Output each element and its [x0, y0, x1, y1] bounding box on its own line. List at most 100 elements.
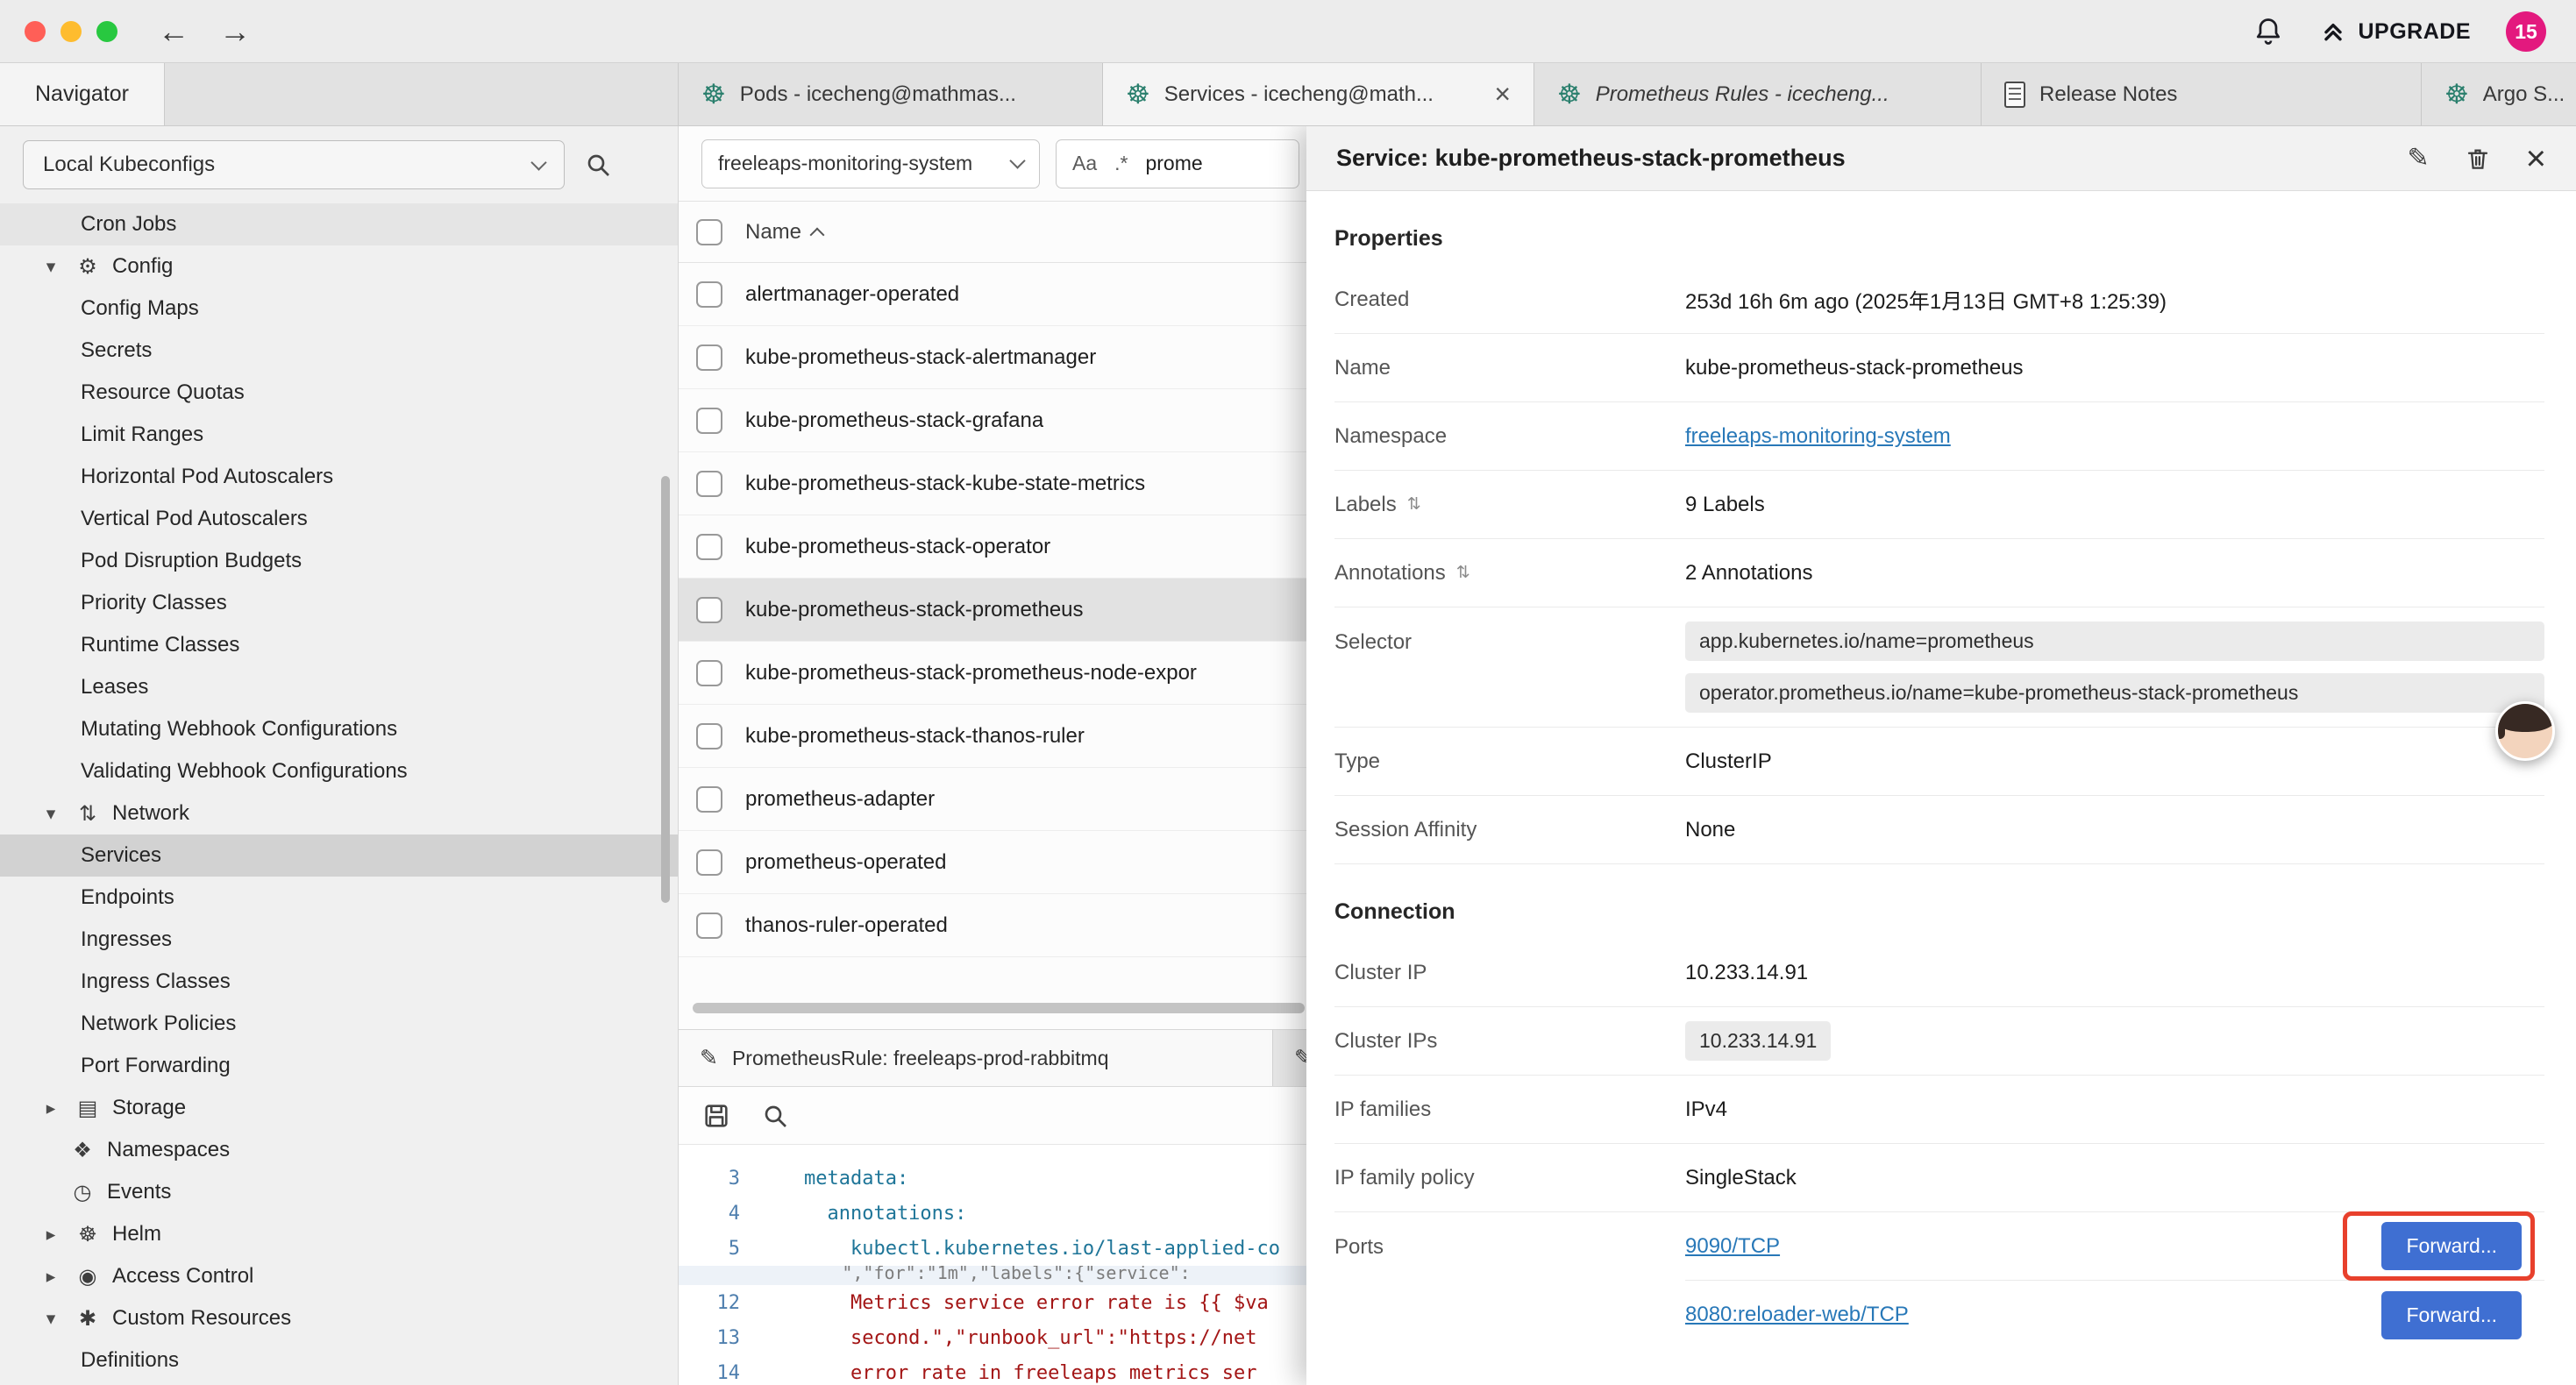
row-checkbox[interactable]	[696, 660, 722, 686]
table-row[interactable]: kube-prometheus-stack-thanos-ruler	[679, 705, 1306, 768]
table-row[interactable]: prometheus-adapter	[679, 768, 1306, 831]
sidebar-item[interactable]: ◷ Events	[0, 1171, 678, 1213]
sidebar-item[interactable]: Ingress Classes	[0, 961, 678, 1003]
cluster-tab[interactable]: Release Notes	[1982, 63, 2422, 125]
row-checkbox[interactable]	[696, 849, 722, 876]
port-forward-button[interactable]: Forward...	[2381, 1291, 2522, 1339]
floating-avatar[interactable]	[2495, 701, 2555, 761]
horizontal-scrollbar[interactable]	[693, 1003, 1305, 1013]
port-forward-button[interactable]: Forward...	[2381, 1222, 2522, 1270]
back-button[interactable]: ←	[158, 16, 189, 47]
sidebar-item[interactable]: Secrets	[0, 330, 678, 372]
tree-chevron-icon[interactable]: ▾	[39, 256, 63, 278]
port-link[interactable]: 8080:reloader-web/TCP	[1685, 1303, 1909, 1327]
table-row[interactable]: alertmanager-operated	[679, 263, 1306, 326]
sidebar-item[interactable]: Runtime Classes	[0, 624, 678, 666]
sidebar-item[interactable]: Ingresses	[0, 919, 678, 961]
select-all-checkbox[interactable]	[696, 219, 722, 245]
row-checkbox[interactable]	[696, 913, 722, 939]
row-checkbox[interactable]	[696, 471, 722, 497]
sidebar-item[interactable]: ▾ ⇅ Network	[0, 792, 678, 835]
expand-collapse-icon[interactable]: ⇅	[1456, 563, 1470, 583]
tree-chevron-icon[interactable]: ▸	[39, 1097, 63, 1119]
table-row[interactable]: kube-prometheus-stack-prometheus	[679, 579, 1306, 642]
row-checkbox[interactable]	[696, 786, 722, 813]
sidebar-item[interactable]: ❖ Namespaces	[0, 1129, 678, 1171]
match-case-toggle[interactable]: Aa	[1072, 152, 1097, 175]
sidebar-item[interactable]: Leases	[0, 666, 678, 708]
sidebar-item[interactable]: Horizontal Pod Autoscalers	[0, 456, 678, 498]
table-row[interactable]: kube-prometheus-stack-kube-state-metrics	[679, 452, 1306, 515]
sidebar-item[interactable]: Resource Quotas	[0, 372, 678, 414]
close-window-button[interactable]	[25, 21, 46, 42]
sidebar-item-label: Helm	[112, 1222, 161, 1246]
created-label: Created	[1334, 288, 1685, 312]
zoom-window-button[interactable]	[96, 21, 117, 42]
sidebar-item[interactable]: Endpoints	[0, 877, 678, 919]
sidebar-item[interactable]: ▾ ✱ Custom Resources	[0, 1297, 678, 1339]
name-column-header[interactable]: Name	[745, 220, 822, 245]
tree-chevron-icon[interactable]: ▾	[39, 803, 63, 825]
table-row[interactable]: kube-prometheus-stack-prometheus-node-ex…	[679, 642, 1306, 705]
sidebar-item[interactable]: Pod Disruption Budgets	[0, 540, 678, 582]
sidebar-item[interactable]: Network Policies	[0, 1003, 678, 1045]
delete-trash-icon[interactable]	[2465, 146, 2491, 172]
sidebar-item[interactable]: Cron Jobs	[0, 203, 678, 245]
sidebar-item[interactable]: Services	[0, 835, 678, 877]
sidebar-item[interactable]: ▸ ☸ Helm	[0, 1213, 678, 1255]
notification-count-badge[interactable]: 15	[2506, 11, 2546, 52]
sidebar-item[interactable]: Priority Classes	[0, 582, 678, 624]
sidebar-item[interactable]: Mutating Webhook Configurations	[0, 708, 678, 750]
edit-pencil-icon[interactable]: ✎	[2408, 143, 2430, 174]
row-checkbox[interactable]	[696, 408, 722, 434]
table-row[interactable]: kube-prometheus-stack-operator	[679, 515, 1306, 579]
table-row[interactable]: kube-prometheus-stack-grafana	[679, 389, 1306, 452]
cluster-tab[interactable]: ☸ Argo S...	[2422, 63, 2576, 125]
namespace-filter-dropdown[interactable]: freeleaps-monitoring-system	[701, 139, 1040, 188]
sidebar-item[interactable]: ▸ ◉ Access Control	[0, 1255, 678, 1297]
close-tab-icon[interactable]: ×	[1494, 78, 1511, 110]
editor-dock-tab[interactable]: ✎ PrometheusRule: freeleaps-prod-rabbitm…	[679, 1030, 1273, 1086]
sidebar-item[interactable]: Config Maps	[0, 288, 678, 330]
row-checkbox[interactable]	[696, 723, 722, 749]
yaml-editor[interactable]: 3 metadata: 4 annotations: 5 kubectl.kub…	[679, 1145, 1306, 1385]
forward-button[interactable]: →	[219, 16, 251, 47]
cluster-tab[interactable]: ☸ Services - icecheng@math... ×	[1103, 63, 1534, 125]
sidebar-item[interactable]: Limit Ranges	[0, 414, 678, 456]
sidebar-search-icon[interactable]	[584, 151, 612, 179]
editor-search-icon[interactable]	[761, 1102, 789, 1130]
cluster-tab[interactable]: ☸ Pods - icecheng@mathmas...	[679, 63, 1103, 125]
row-checkbox[interactable]	[696, 344, 722, 371]
minimize-window-button[interactable]	[60, 21, 82, 42]
services-table-body: alertmanager-operated kube-prometheus-st…	[679, 263, 1306, 957]
table-row[interactable]: kube-prometheus-stack-alertmanager	[679, 326, 1306, 389]
sidebar-scrollbar[interactable]	[661, 476, 670, 903]
tree-chevron-icon[interactable]: ▸	[39, 1224, 63, 1246]
table-row[interactable]: thanos-ruler-operated	[679, 894, 1306, 957]
row-checkbox[interactable]	[696, 597, 722, 623]
sidebar-item[interactable]: Vertical Pod Autoscalers	[0, 498, 678, 540]
sidebar-item[interactable]: ▾ ⚙ Config	[0, 245, 678, 288]
sidebar-item[interactable]: ▸ ▤ Storage	[0, 1087, 678, 1129]
upgrade-button[interactable]: UPGRADE	[2319, 18, 2471, 46]
navigator-panel-tab[interactable]: Navigator	[0, 63, 165, 125]
port-link[interactable]: 9090/TCP	[1685, 1234, 1780, 1259]
regex-toggle[interactable]: .*	[1114, 152, 1128, 175]
kubeconfig-dropdown[interactable]: Local Kubeconfigs	[23, 140, 565, 189]
sidebar-item[interactable]: Port Forwarding	[0, 1045, 678, 1087]
table-row[interactable]: prometheus-operated	[679, 831, 1306, 894]
tree-chevron-icon[interactable]: ▸	[39, 1266, 63, 1288]
notifications-bell-icon[interactable]	[2252, 16, 2284, 47]
close-drawer-icon[interactable]: ×	[2526, 141, 2546, 176]
service-name: alertmanager-operated	[745, 282, 959, 307]
sidebar-item[interactable]: Definitions	[0, 1339, 678, 1381]
expand-collapse-icon[interactable]: ⇅	[1407, 494, 1421, 515]
list-search-input[interactable]: Aa .* prome	[1056, 139, 1299, 188]
tree-chevron-icon[interactable]: ▾	[39, 1308, 63, 1330]
row-checkbox[interactable]	[696, 534, 722, 560]
save-icon[interactable]	[701, 1101, 731, 1131]
row-checkbox[interactable]	[696, 281, 722, 308]
cluster-tab[interactable]: ☸ Prometheus Rules - icecheng...	[1534, 63, 1982, 125]
sidebar-item[interactable]: Validating Webhook Configurations	[0, 750, 678, 792]
namespace-link[interactable]: freeleaps-monitoring-system	[1685, 424, 1951, 448]
